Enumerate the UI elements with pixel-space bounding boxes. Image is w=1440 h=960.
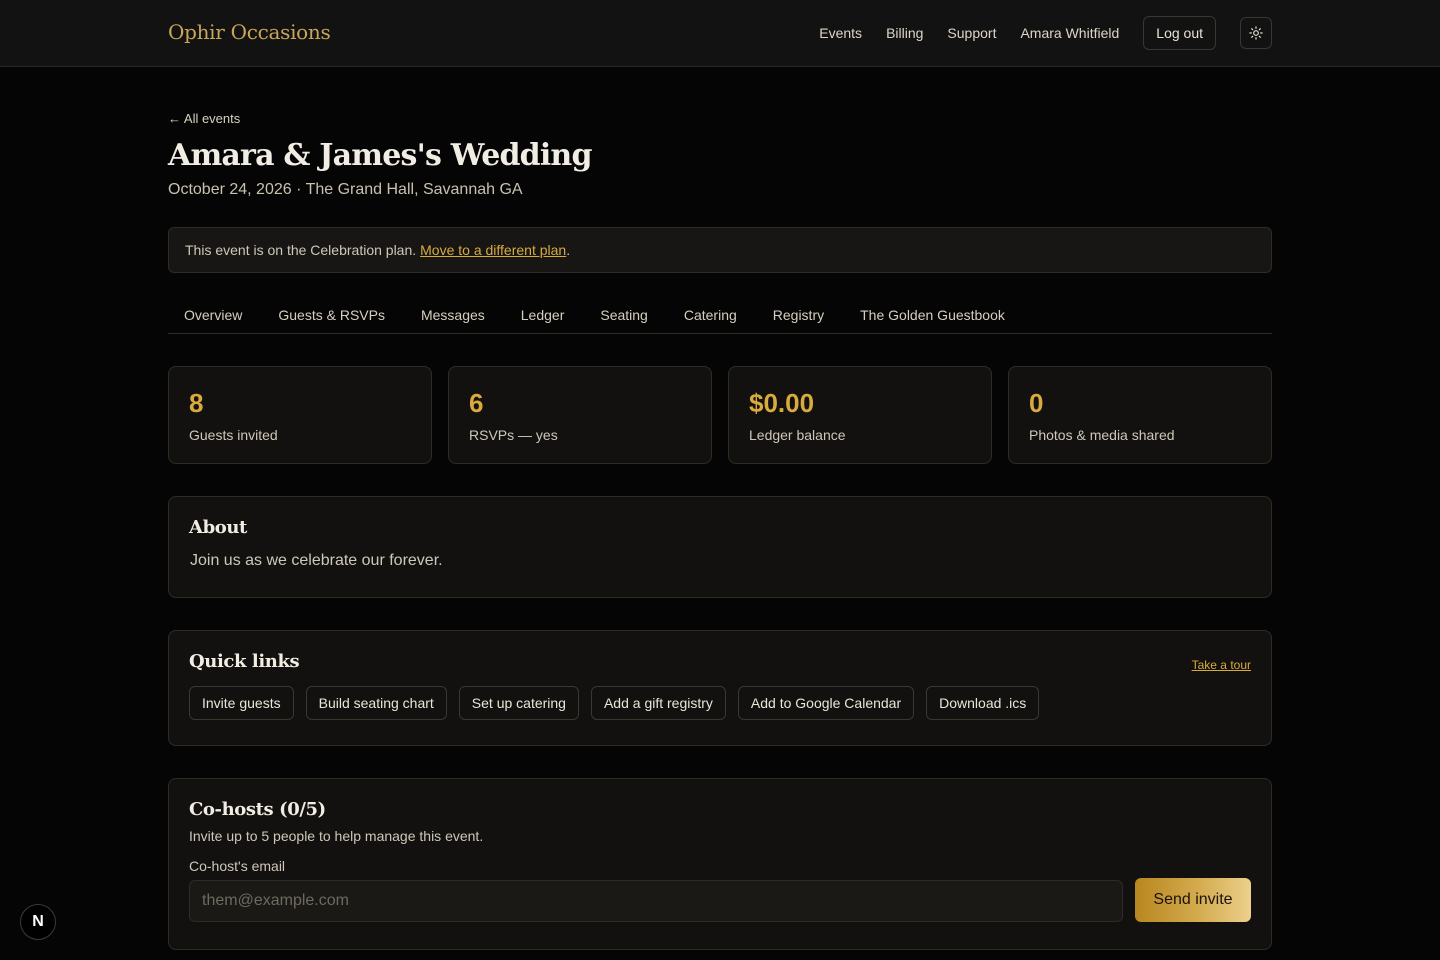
quick-links-title: Quick links	[189, 651, 300, 672]
brand-logo[interactable]: Ophir Occasions	[168, 20, 331, 44]
page-title: Amara & James's Wedding	[168, 138, 592, 173]
top-navigation-bar: Ophir Occasions Events Billing Support A…	[0, 0, 1440, 67]
stat-card-photos-media: 0 Photos & media shared	[1008, 366, 1272, 464]
nav-link-billing[interactable]: Billing	[886, 25, 923, 41]
cohosts-title: Co-hosts (0/5)	[189, 799, 326, 820]
stat-label: Guests invited	[189, 427, 278, 443]
about-title: About	[189, 517, 247, 538]
quick-links-list: Invite guests Build seating chart Set up…	[189, 686, 1251, 720]
logout-button[interactable]: Log out	[1143, 16, 1216, 50]
sun-icon	[1249, 26, 1263, 40]
nav-link-support[interactable]: Support	[947, 25, 996, 41]
plan-banner-suffix: .	[566, 242, 571, 258]
stat-card-guests-invited: 8 Guests invited	[168, 366, 432, 464]
add-gift-registry-button[interactable]: Add a gift registry	[590, 686, 726, 720]
stat-value: 6	[469, 388, 484, 418]
send-invite-button[interactable]: Send invite	[1135, 878, 1251, 922]
nav-link-events[interactable]: Events	[819, 25, 862, 41]
cohost-invite-row: Send invite	[189, 878, 1251, 922]
cohost-email-input[interactable]	[189, 880, 1123, 922]
tab-guests-rsvps[interactable]: Guests & RSVPs	[262, 297, 401, 333]
dev-tools-badge[interactable]: N	[20, 904, 56, 940]
cohosts-card: Co-hosts (0/5) Invite up to 5 people to …	[168, 778, 1272, 950]
add-to-google-calendar-button[interactable]: Add to Google Calendar	[737, 686, 915, 720]
event-date-location: October 24, 2026 · The Grand Hall, Savan…	[168, 181, 523, 198]
tab-overview[interactable]: Overview	[168, 297, 258, 333]
tab-catering[interactable]: Catering	[668, 297, 753, 333]
take-a-tour-link[interactable]: Take a tour	[1192, 658, 1251, 672]
tab-messages[interactable]: Messages	[405, 297, 501, 333]
stat-value: 0	[1029, 388, 1044, 418]
stat-label: Photos & media shared	[1029, 427, 1175, 443]
about-card: About Join us as we celebrate our foreve…	[168, 496, 1272, 598]
tab-golden-guestbook[interactable]: The Golden Guestbook	[844, 297, 1021, 333]
stat-card-rsvps-yes: 6 RSVPs — yes	[448, 366, 712, 464]
stats-row: 8 Guests invited 6 RSVPs — yes $0.00 Led…	[168, 366, 1272, 464]
tab-seating[interactable]: Seating	[584, 297, 663, 333]
tab-registry[interactable]: Registry	[757, 297, 840, 333]
quick-links-card: Quick links Take a tour Invite guests Bu…	[168, 630, 1272, 746]
set-up-catering-button[interactable]: Set up catering	[458, 686, 579, 720]
stat-card-ledger-balance: $0.00 Ledger balance	[728, 366, 992, 464]
nav-link-account[interactable]: Amara Whitfield	[1020, 25, 1119, 41]
plan-banner: This event is on the Celebration plan. M…	[168, 227, 1272, 273]
stat-label: Ledger balance	[749, 427, 846, 443]
theme-toggle-button[interactable]	[1240, 17, 1272, 49]
plan-banner-text: This event is on the Celebration plan.	[185, 242, 417, 258]
tab-ledger[interactable]: Ledger	[505, 297, 581, 333]
stat-value: 8	[189, 388, 204, 418]
invite-guests-button[interactable]: Invite guests	[189, 686, 294, 720]
build-seating-chart-button[interactable]: Build seating chart	[305, 686, 447, 720]
change-plan-link[interactable]: Move to a different plan	[420, 242, 566, 258]
event-tabs: Overview Guests & RSVPs Messages Ledger …	[168, 297, 1272, 334]
cohosts-description: Invite up to 5 people to help manage thi…	[189, 828, 484, 844]
about-text: Join us as we celebrate our forever.	[190, 552, 443, 569]
download-ics-button[interactable]: Download .ics	[926, 686, 1040, 720]
cohost-email-label: Co-host's email	[189, 858, 286, 874]
header-nav: Events Billing Support Amara Whitfield L…	[819, 16, 1272, 50]
stat-value: $0.00	[749, 388, 815, 418]
back-to-all-events-link[interactable]: ← All events	[168, 111, 240, 126]
stat-label: RSVPs — yes	[469, 427, 558, 443]
